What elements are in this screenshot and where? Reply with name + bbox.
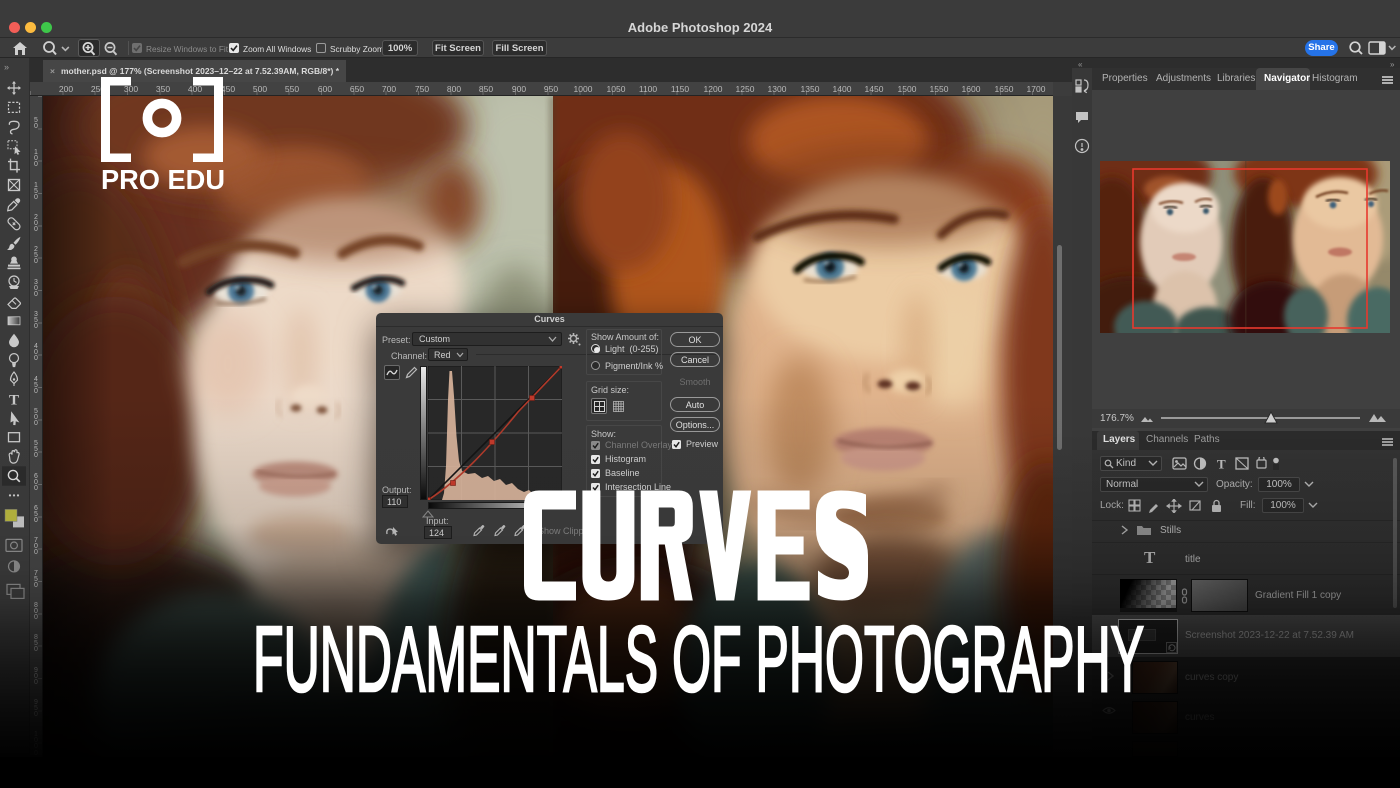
svg-text:FUNDAMENTALS OF PHOTOGRAPHY: FUNDAMENTALS OF PHOTOGRAPHY <box>253 607 1144 711</box>
svg-text:PRO EDU: PRO EDU <box>101 164 225 192</box>
svg-text:»: » <box>4 62 9 72</box>
